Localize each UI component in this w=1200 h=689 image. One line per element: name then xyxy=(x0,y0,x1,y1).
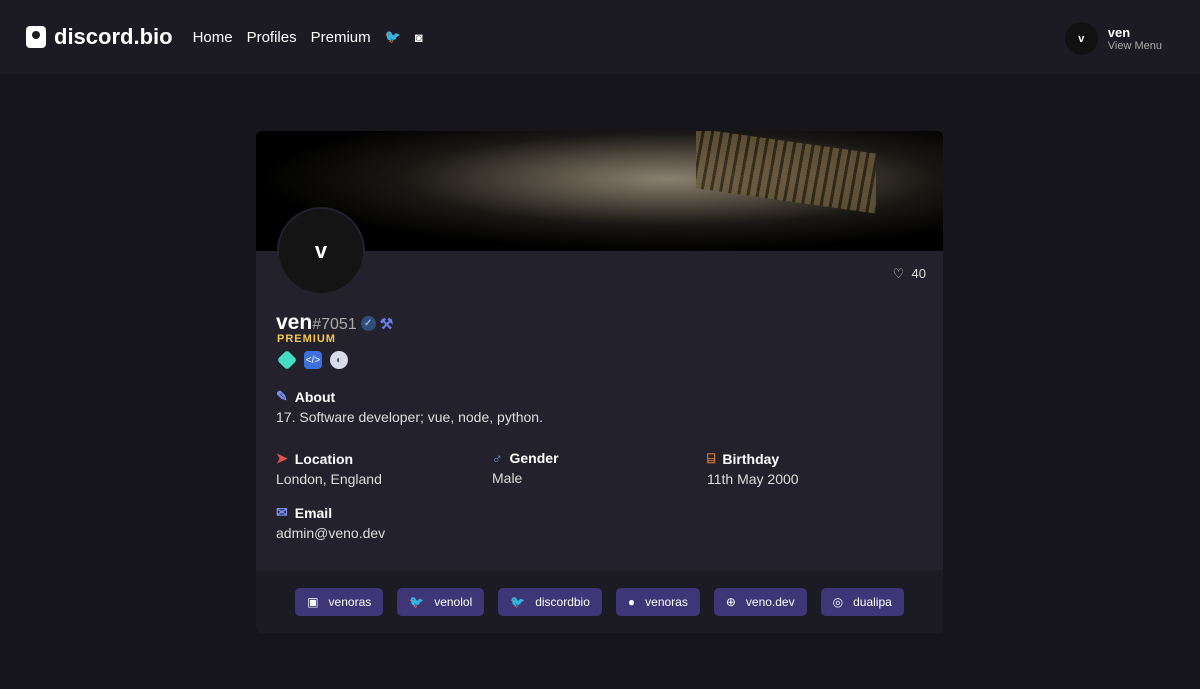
user-name: ven xyxy=(1107,25,1131,40)
cake-icon: ⌸ xyxy=(707,450,716,466)
hypesquad-balance-icon xyxy=(276,349,298,371)
avatar: v xyxy=(1064,22,1098,55)
nav-premium[interactable]: Premium xyxy=(311,29,371,46)
male-icon: ♂ xyxy=(492,450,503,466)
pencil-icon: ✎ xyxy=(276,388,288,404)
gender-section: ♂ Gender Male xyxy=(492,450,559,486)
verified-icon: ✓ xyxy=(360,315,376,331)
birthday-section: ⌸ Birthday 11th May 2000 xyxy=(707,450,799,487)
connections: ▣ venoras 🐦 venolol 🐦 discordbio ● venoras ⊕… xyxy=(256,570,943,633)
verified-developer-icon: </> xyxy=(304,351,322,369)
like-button[interactable]: ♡ 40 xyxy=(893,266,926,282)
connection-twitch[interactable]: ▣ venoras xyxy=(295,587,384,616)
discord-icon[interactable]: ◙ xyxy=(415,30,423,45)
navigation-icon: ➤ xyxy=(276,450,288,466)
view-menu[interactable]: View Menu xyxy=(1108,40,1162,52)
badges: </> ◐ xyxy=(276,349,348,371)
profile-avatar: v xyxy=(277,207,365,295)
connection-twitter[interactable]: 🐦 discordbio xyxy=(498,587,602,616)
connection-website[interactable]: ⊕ veno.dev xyxy=(713,587,807,616)
location-section: ➤ Location London, England xyxy=(276,450,382,487)
nav-home[interactable]: Home xyxy=(193,29,233,46)
github-icon: ● xyxy=(627,594,636,609)
contact-book-icon xyxy=(26,26,46,48)
twitter-icon: 🐦 xyxy=(409,594,425,609)
nitro-icon: ◐ xyxy=(330,351,348,369)
premium-badge: PREMIUM xyxy=(277,333,336,345)
mail-icon: ✉ xyxy=(276,504,288,520)
connection-instagram[interactable]: ◎ dualipa xyxy=(820,587,904,616)
nav-profiles[interactable]: Profiles xyxy=(247,29,297,46)
user-menu[interactable]: v ven View Menu xyxy=(1064,22,1162,55)
twitch-icon: ▣ xyxy=(307,594,319,609)
about-section: ✎ About 17. Software developer; vue, node,… xyxy=(276,388,543,425)
twitter-icon: 🐦 xyxy=(510,594,526,609)
connection-github[interactable]: ● venoras xyxy=(615,587,700,616)
heart-icon: ♡ xyxy=(892,266,905,281)
profile-card: v ♡ 40 ven#7051 ✓ ⚒ PREMIUM </> ◐ ✎ About 17… xyxy=(256,131,943,633)
twitter-icon[interactable]: 🐦 xyxy=(385,29,401,45)
profile-name: ven#7051 ✓ ⚒ xyxy=(276,311,394,334)
hammer-icon: ⚒ xyxy=(379,316,394,333)
globe-icon: ⊕ xyxy=(725,594,736,609)
connection-twitter[interactable]: 🐦 venolol xyxy=(397,587,485,616)
navbar: discord.bio Home Profiles Premium 🐦 ◙ v … xyxy=(0,0,1200,74)
instagram-icon: ◎ xyxy=(832,594,844,609)
email-section: ✉ Email admin@veno.dev xyxy=(276,504,386,541)
brand-logo[interactable]: discord.bio xyxy=(26,24,173,50)
